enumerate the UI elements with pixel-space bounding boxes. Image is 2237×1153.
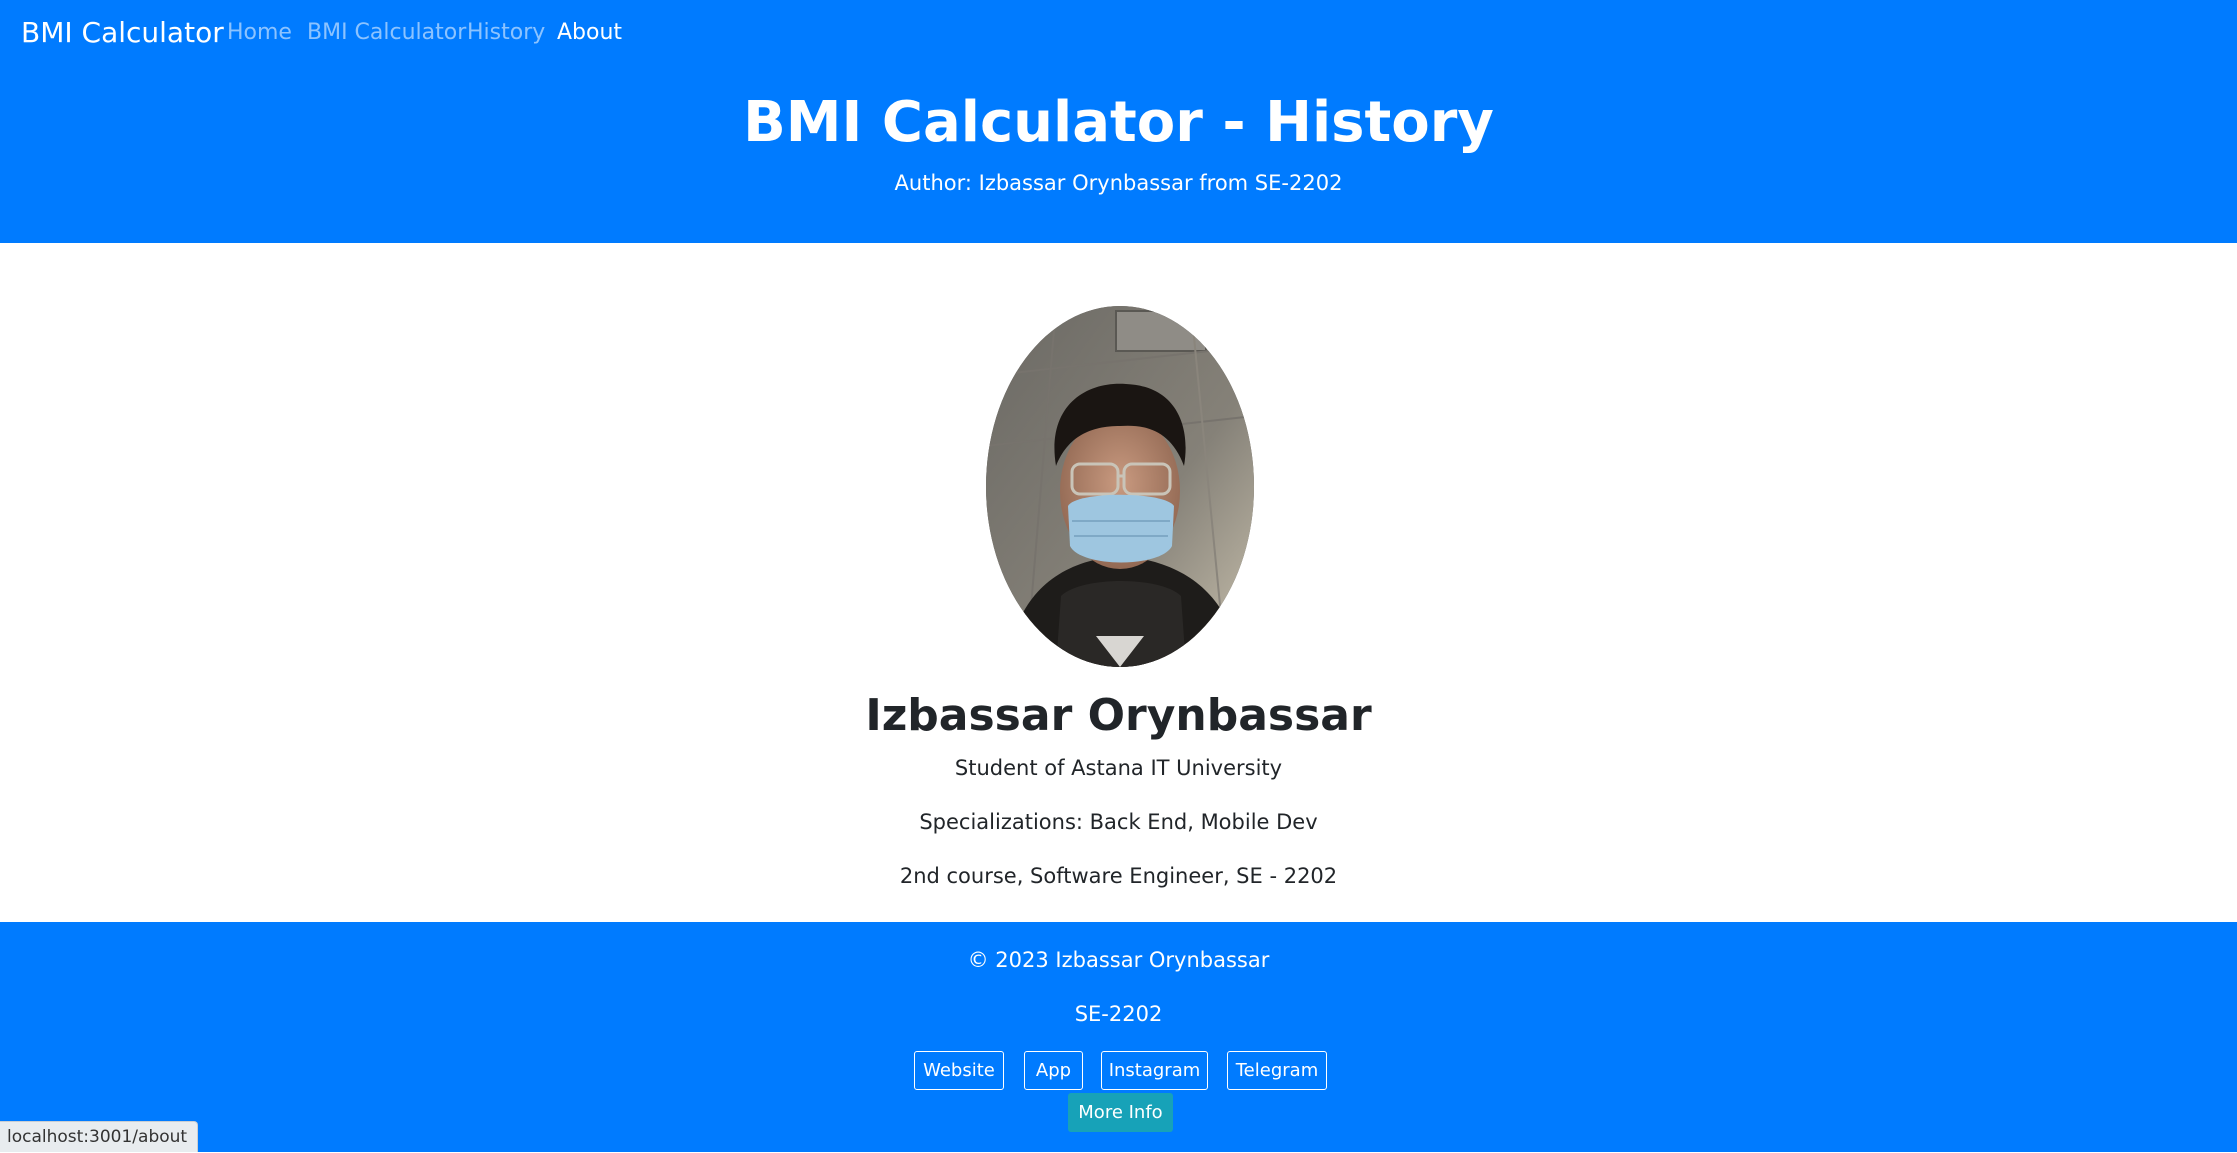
nav-link-home[interactable]: Home <box>227 20 292 45</box>
status-bar-url: localhost:3001/about <box>0 1121 199 1152</box>
profile-specializations: Specializations: Back End, Mobile Dev <box>919 810 1318 834</box>
navbar: BMI Calculator Home BMI Calculator Histo… <box>0 0 2237 68</box>
website-button[interactable]: Website <box>914 1051 1004 1090</box>
nav-link-history[interactable]: History <box>467 20 545 45</box>
header-hero: BMI Calculator Home BMI Calculator Histo… <box>0 0 2237 243</box>
footer-copyright: © 2023 Izbassar Orynbassar <box>967 948 1270 972</box>
app-button[interactable]: App <box>1024 1051 1083 1090</box>
profile-photo <box>986 306 1254 667</box>
footer-group: SE-2202 <box>1074 1002 1163 1026</box>
more-info-button[interactable]: More Info <box>1068 1093 1173 1132</box>
nav-link-about[interactable]: About <box>557 20 622 45</box>
profile-course: 2nd course, Software Engineer, SE - 2202 <box>899 864 1338 888</box>
page-subtitle: Author: Izbassar Orynbassar from SE-2202 <box>894 171 1343 195</box>
nav-link-bmi-calculator[interactable]: BMI Calculator <box>307 20 466 45</box>
telegram-button[interactable]: Telegram <box>1227 1051 1327 1090</box>
page-title: BMI Calculator - History <box>743 90 1494 155</box>
navbar-brand[interactable]: BMI Calculator <box>21 16 224 49</box>
instagram-button[interactable]: Instagram <box>1101 1051 1208 1090</box>
profile-name: Izbassar Orynbassar <box>865 690 1372 741</box>
profile-photo-image <box>986 306 1254 667</box>
profile-university: Student of Astana IT University <box>954 756 1283 780</box>
